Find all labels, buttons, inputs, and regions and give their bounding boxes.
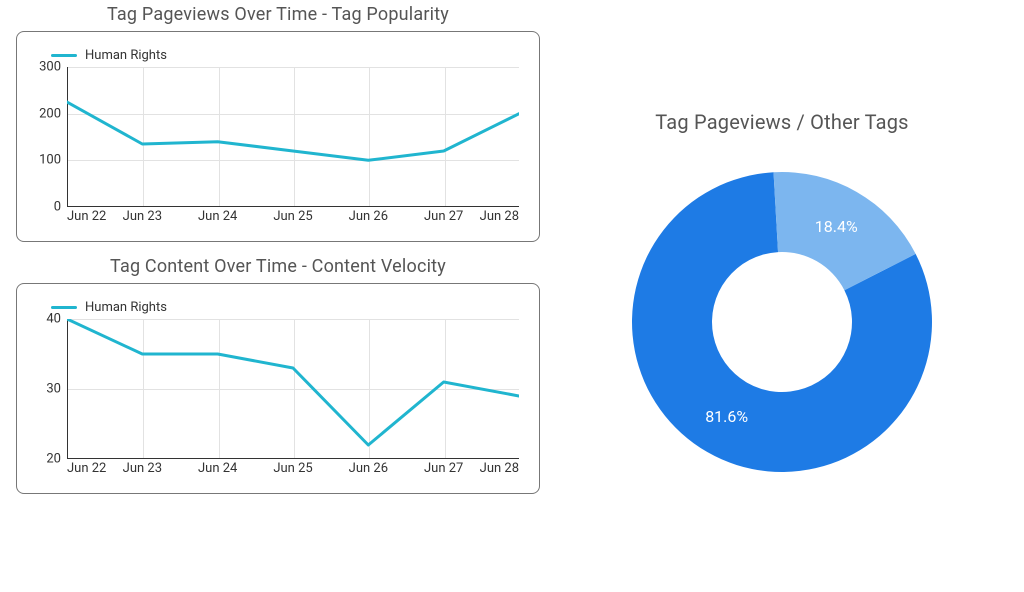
x-tick: Jun 28 [480,461,519,476]
x-tick: Jun 23 [123,461,162,476]
x-tick: Jun 25 [273,461,312,476]
legend-label: Human Rights [85,300,167,315]
chart-title-velocity: Tag Content Over Time - Content Velocity [16,256,540,277]
legend-swatch-icon [51,54,77,57]
y-tick: 300 [39,60,61,75]
x-tick: Jun 27 [424,461,463,476]
legend-swatch-icon [51,306,77,309]
x-tick: Jun 22 [67,461,106,476]
x-tick: Jun 24 [198,461,237,476]
chart-card-velocity: Human Rights 20 30 40 Jun 22 Jun 23 Jun 24 Jun… [16,283,540,494]
legend-velocity: Human Rights [51,300,525,315]
chart-title-popularity: Tag Pageviews Over Time - Tag Popularity [16,4,540,25]
y-tick: 20 [46,452,61,467]
plot-area-velocity: 203040Jun 22Jun 23Jun 24Jun 25Jun 26Jun … [67,319,519,479]
x-tick: Jun 28 [480,209,519,224]
donut-chart: 81.6% 18.4% [622,162,942,482]
chart-title-donut: Tag Pageviews / Other Tags [655,110,908,134]
x-tick: Jun 26 [349,209,388,224]
y-tick: 40 [46,312,61,327]
y-tick: 200 [39,106,61,121]
legend-label: Human Rights [85,48,167,63]
x-tick: Jun 22 [67,209,106,224]
x-tick: Jun 25 [273,209,312,224]
y-tick: 30 [46,382,61,397]
x-tick: Jun 26 [349,461,388,476]
chart-card-popularity: Human Rights 0 100 200 300 Jun 22 Jun 23 Jun 2… [16,31,540,242]
legend-popularity: Human Rights [51,48,525,63]
line-series [67,67,519,207]
x-tick: Jun 23 [123,209,162,224]
donut-slice-label: 18.4% [815,217,858,236]
y-tick: 0 [54,200,61,215]
line-series [67,319,519,459]
plot-area-popularity: 0100200300Jun 22Jun 23Jun 24Jun 25Jun 26… [67,67,519,227]
y-tick: 100 [39,153,61,168]
donut-slice-label: 81.6% [705,407,748,426]
x-tick: Jun 24 [198,209,237,224]
x-tick: Jun 27 [424,209,463,224]
